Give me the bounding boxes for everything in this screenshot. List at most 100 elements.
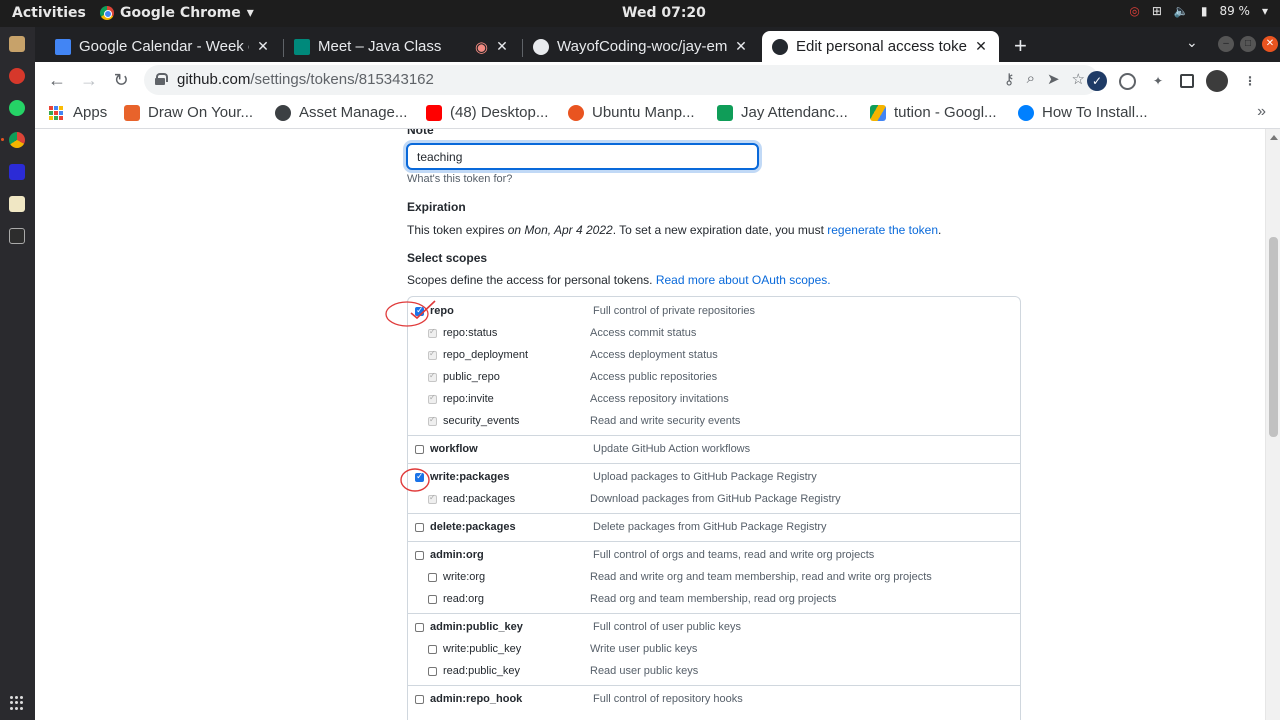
lock-icon[interactable] <box>155 73 168 85</box>
github-icon <box>533 38 549 55</box>
opera-icon[interactable] <box>9 68 25 84</box>
regenerate-token-link[interactable]: regenerate the token <box>827 223 938 237</box>
whatsapp-icon[interactable] <box>9 100 25 116</box>
address-bar[interactable]: github.com/settings/tokens/815343162 ⚷ ⌕… <box>144 65 1099 95</box>
scope-row-delete-packages: delete:packages Delete packages from GitH… <box>408 519 1020 537</box>
scope-row-read-packages: read:packages Download packages from GitH… <box>408 491 1020 509</box>
scope-description: Access commit status <box>590 327 697 339</box>
close-icon[interactable]: ✕ <box>255 38 271 55</box>
app-menu[interactable]: Google Chrome ▾ <box>100 5 254 21</box>
scope-checkbox[interactable] <box>415 551 424 560</box>
close-icon[interactable]: ✕ <box>973 38 989 55</box>
tab-edit-token[interactable]: Edit personal access toke ✕ <box>762 31 999 62</box>
system-tray[interactable]: ◎ ⊞ 🔈 ▮ 89 % ▾ <box>1129 4 1268 18</box>
oauth-scopes-link[interactable]: Read more about OAuth scopes. <box>656 273 831 287</box>
scopes-list: repo Full control of private repositories… <box>407 296 1021 720</box>
profile-avatar[interactable] <box>1206 70 1228 92</box>
close-icon[interactable]: ✕ <box>494 38 510 55</box>
text-editor-icon[interactable] <box>9 196 25 212</box>
bookmark-label: (48) Desktop... <box>450 104 549 121</box>
scope-row-admin-org: admin:org Full control of orgs and teams,… <box>408 547 1020 565</box>
tab-title: Edit personal access toke <box>796 38 967 55</box>
bookmark-how-to-install[interactable]: How To Install... <box>1018 104 1148 121</box>
page-scrollbar[interactable] <box>1265 129 1280 720</box>
scope-name: read:org <box>443 593 484 605</box>
more-bookmarks-icon[interactable]: » <box>1257 103 1266 121</box>
chevron-down-icon: ▾ <box>246 5 254 21</box>
note-input[interactable] <box>406 143 759 170</box>
terminal-icon[interactable] <box>9 228 25 244</box>
extensions-area: ✓ ✦ ⋮ <box>1087 70 1260 92</box>
scroll-up-arrow-icon[interactable] <box>1270 135 1278 140</box>
extension-circle-icon[interactable] <box>1119 72 1136 90</box>
scope-description: Update GitHub Action workflows <box>593 443 751 455</box>
ubuntu-icon <box>568 104 584 121</box>
maximize-button[interactable]: □ <box>1240 36 1256 52</box>
github-icon <box>772 38 788 55</box>
tab-title: Meet – Java Class <box>318 38 442 55</box>
scope-description: Full control of user public keys <box>593 621 741 633</box>
close-icon[interactable]: ✕ <box>733 38 749 55</box>
tab-meet[interactable]: Meet – Java Class ◉ ✕ <box>284 31 520 62</box>
tab-search-icon[interactable]: ⌄ <box>1186 34 1198 51</box>
send-icon[interactable]: ➤ <box>1047 70 1060 88</box>
minimize-button[interactable]: – <box>1218 36 1234 52</box>
files-icon[interactable] <box>9 36 25 52</box>
scope-checkbox[interactable] <box>415 523 424 532</box>
recording-indicator-icon: ◎ <box>1129 4 1140 18</box>
extension-check-icon[interactable]: ✓ <box>1087 71 1107 91</box>
tab-title: Google Calendar - Week o <box>79 38 249 55</box>
show-applications-icon[interactable] <box>10 696 24 710</box>
bookmark-jay-attendance[interactable]: Jay Attendanc... <box>717 104 848 121</box>
system-top-bar: Activities Google Chrome ▾ Wed 07:20 ◎ ⊞… <box>0 0 1280 27</box>
scope-checkbox[interactable] <box>415 623 424 632</box>
scope-checkbox[interactable] <box>428 595 437 604</box>
scope-checkbox[interactable] <box>415 695 424 704</box>
url-text[interactable]: github.com/settings/tokens/815343162 <box>177 71 434 88</box>
scope-checkbox[interactable] <box>428 667 437 676</box>
scope-checkbox[interactable] <box>428 573 437 582</box>
key-icon[interactable]: ⚷ <box>1004 70 1015 88</box>
forward-button[interactable]: → <box>77 68 101 92</box>
activities-button[interactable]: Activities <box>12 5 86 21</box>
bookmark-asset-manage[interactable]: Asset Manage... <box>275 104 407 121</box>
bookmark-draw-on-your[interactable]: Draw On Your... <box>124 104 253 121</box>
scope-description: Access repository invitations <box>590 393 729 405</box>
reload-button[interactable]: ↻ <box>109 68 133 92</box>
scope-checkbox[interactable] <box>415 445 424 454</box>
scope-checkbox[interactable] <box>415 305 424 316</box>
menu-dots-icon[interactable]: ⋮ <box>1240 71 1260 91</box>
app-menu-label: Google Chrome <box>120 5 241 21</box>
zoom-icon[interactable]: ⌕ <box>1027 70 1035 88</box>
tab-github-repo[interactable]: WayofCoding-woc/jay-em ✕ <box>523 31 759 62</box>
scope-description: Read and write org and team membership, … <box>590 571 932 583</box>
scope-checkbox[interactable] <box>415 471 424 482</box>
side-panel-icon[interactable] <box>1180 74 1194 88</box>
recording-icon: ◉ <box>474 38 488 56</box>
bookmark-star-icon[interactable]: ☆ <box>1072 70 1085 88</box>
back-button[interactable]: ← <box>45 68 69 92</box>
tab-title: WayofCoding-woc/jay-em <box>557 38 727 55</box>
bookmark-ubuntu-manpages[interactable]: Ubuntu Manp... <box>568 104 695 121</box>
chrome-dock-icon[interactable] <box>9 132 25 148</box>
extensions-puzzle-icon[interactable]: ✦ <box>1148 71 1168 91</box>
clock[interactable]: Wed 07:20 <box>622 5 706 21</box>
bookmark-tution-drive[interactable]: tution - Googl... <box>870 104 997 121</box>
bookmark-apps[interactable]: Apps <box>49 104 107 121</box>
bookmark-label: Jay Attendanc... <box>741 104 848 121</box>
scope-row-write-org: write:org Read and write org and team mem… <box>408 569 1020 587</box>
scopes-heading: Select scopes <box>407 251 488 265</box>
new-tab-button[interactable]: + <box>1014 33 1027 59</box>
bookmark-label: tution - Googl... <box>894 104 997 121</box>
bookmark-youtube-desktop[interactable]: (48) Desktop... <box>426 104 548 121</box>
scrollbar-thumb[interactable] <box>1269 237 1278 437</box>
scope-row-repo-deployment: repo_deployment Access deployment status <box>408 347 1020 365</box>
close-window-button[interactable]: ✕ <box>1262 36 1278 52</box>
battery-icon: ▮ <box>1200 4 1208 18</box>
bookmark-label: Ubuntu Manp... <box>592 104 695 121</box>
bookmark-label: Asset Manage... <box>299 104 408 121</box>
intellij-icon[interactable] <box>9 164 25 180</box>
scope-checkbox[interactable] <box>428 645 437 654</box>
tab-google-calendar[interactable]: Google Calendar - Week o ✕ <box>45 31 281 62</box>
expiration-heading: Expiration <box>407 200 466 214</box>
